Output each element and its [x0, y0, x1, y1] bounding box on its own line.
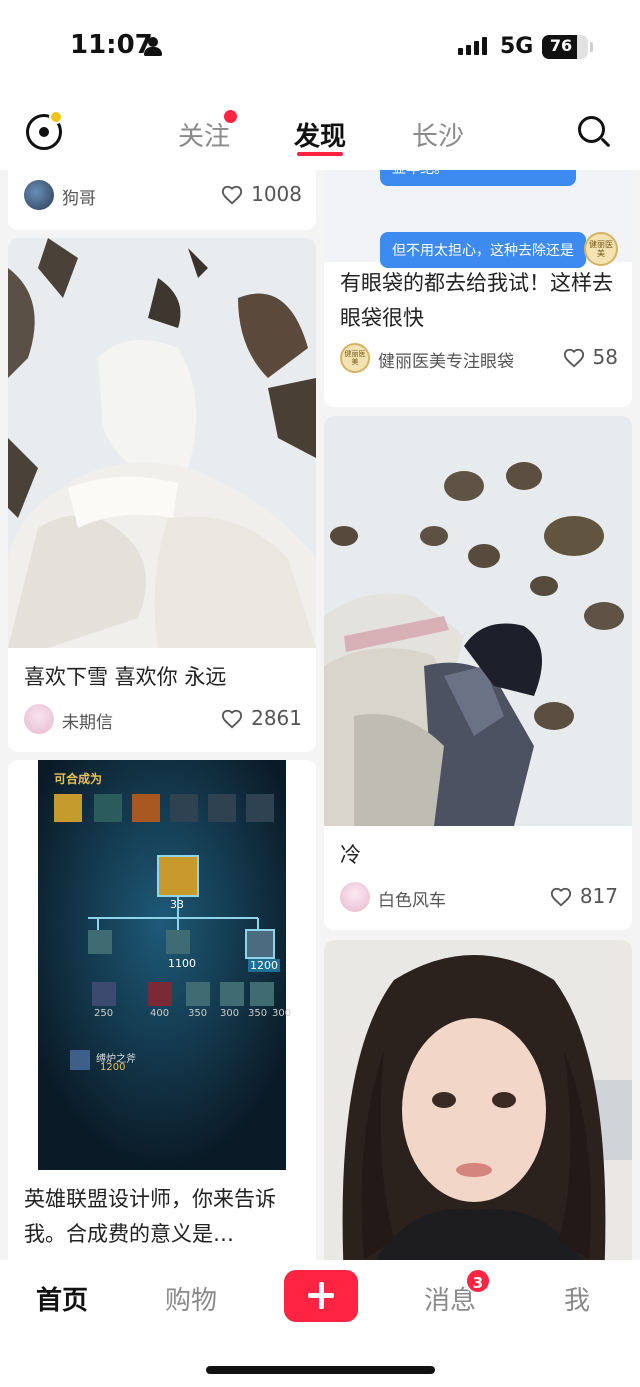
signal-icon — [458, 37, 490, 55]
status-time: 11:07 — [70, 30, 153, 60]
note-title[interactable]: 有眼袋的都去给我试！这样去眼袋很快 — [340, 266, 618, 336]
avatar[interactable] — [340, 882, 370, 912]
heart-icon[interactable] — [221, 184, 243, 206]
heart-icon[interactable] — [221, 708, 243, 730]
game-label: 400 — [150, 1008, 170, 1019]
game-label: 300 — [220, 1008, 240, 1019]
chat-bubble: 但不用太担心，这种去除还是 — [380, 232, 586, 268]
avatar[interactable] — [24, 180, 54, 210]
note-title[interactable]: 英雄联盟设计师，你来告诉我。合成费的意义是… — [24, 1182, 302, 1252]
battery-tip — [590, 42, 593, 52]
menu-icon[interactable] — [26, 110, 63, 150]
status-bar: 11:07 5G 76 — [0, 0, 640, 96]
game-label: 350 — [248, 1008, 268, 1019]
like-count: 817 — [579, 884, 618, 908]
message-badge: 3 — [465, 1268, 491, 1294]
avatar-text: 健丽医美 — [344, 350, 366, 366]
cover-image — [324, 416, 632, 826]
note-title[interactable]: 冷 — [340, 838, 361, 873]
card-meta: 狗哥 1008 — [24, 180, 302, 212]
note-card[interactable]: 狗哥 1008 — [8, 170, 316, 230]
bottom-nav: 首页 购物 消息 3 我 — [0, 1260, 640, 1387]
author-name[interactable]: 狗哥 — [62, 184, 96, 209]
card-meta: 未期信 2861 — [24, 704, 302, 736]
game-label: 300 — [272, 1008, 292, 1019]
game-label: 1100 — [168, 957, 196, 970]
author-name[interactable]: 白色风车 — [378, 886, 446, 911]
chat-bubble: 显年纪。 — [380, 170, 576, 186]
game-label: 1200 — [248, 959, 280, 972]
brand-avatar-text: 健丽医美 — [589, 240, 613, 258]
tab-follow[interactable]: 关注 — [178, 116, 230, 153]
tab-discover[interactable]: 发现 — [294, 116, 346, 153]
note-card[interactable]: 喜欢下雪 喜欢你 永远 未期信 2861 — [8, 238, 316, 752]
author-name[interactable]: 健丽医美专注眼袋 — [378, 347, 514, 372]
note-card[interactable]: 显年纪。 但不用太担心，这种去除还是 健丽医美 有眼袋的都去给我试！这样去眼袋很… — [324, 170, 632, 407]
cover-image: 显年纪。 但不用太担心，这种去除还是 健丽医美 — [324, 170, 632, 268]
feed[interactable]: 狗哥 1008 喜欢下雪 喜欢你 永远 未期信 2861 可合成为 33 110… — [0, 170, 640, 1260]
network-type: 5G — [500, 34, 534, 59]
note-title[interactable]: 喜欢下雪 喜欢你 永远 — [24, 660, 226, 695]
like-count: 58 — [592, 345, 618, 369]
cover-image — [324, 940, 632, 1260]
note-card[interactable]: 冷 白色风车 817 — [324, 416, 632, 930]
author-name[interactable]: 未期信 — [62, 708, 113, 733]
game-label: 250 — [94, 1008, 114, 1019]
notification-dot — [224, 110, 237, 123]
top-header: 关注 发现 长沙 — [0, 96, 640, 170]
heart-icon[interactable] — [563, 347, 585, 369]
card-meta: 白色风车 817 — [340, 882, 618, 914]
note-card[interactable] — [324, 940, 632, 1260]
person-icon — [144, 37, 162, 57]
game-label: 33 — [170, 898, 184, 911]
game-label: 1200 — [100, 1062, 126, 1073]
avatar[interactable] — [24, 704, 54, 734]
plus-icon-stem — [319, 1282, 324, 1309]
card-meta: 健丽医美 健丽医美专注眼袋 58 — [340, 343, 618, 375]
home-indicator — [206, 1366, 435, 1374]
nav-shopping[interactable]: 购物 — [165, 1280, 217, 1317]
cover-image — [8, 238, 316, 648]
heart-icon[interactable] — [550, 886, 572, 908]
like-count: 2861 — [251, 706, 302, 730]
game-label: 350 — [188, 1008, 208, 1019]
nav-profile[interactable]: 我 — [564, 1280, 590, 1317]
tab-local[interactable]: 长沙 — [412, 116, 464, 153]
search-icon[interactable] — [578, 116, 611, 148]
game-label: 可合成为 — [54, 772, 103, 786]
like-count: 1008 — [251, 182, 302, 206]
battery-icon: 76 — [542, 35, 588, 59]
active-tab-indicator — [297, 152, 343, 156]
nav-home[interactable]: 首页 — [36, 1280, 88, 1317]
note-card[interactable]: 可合成为 33 1100 1200 250 400 350 300 350 30… — [8, 760, 316, 1260]
battery-percent: 76 — [549, 36, 573, 55]
add-post-button[interactable] — [284, 1270, 358, 1322]
